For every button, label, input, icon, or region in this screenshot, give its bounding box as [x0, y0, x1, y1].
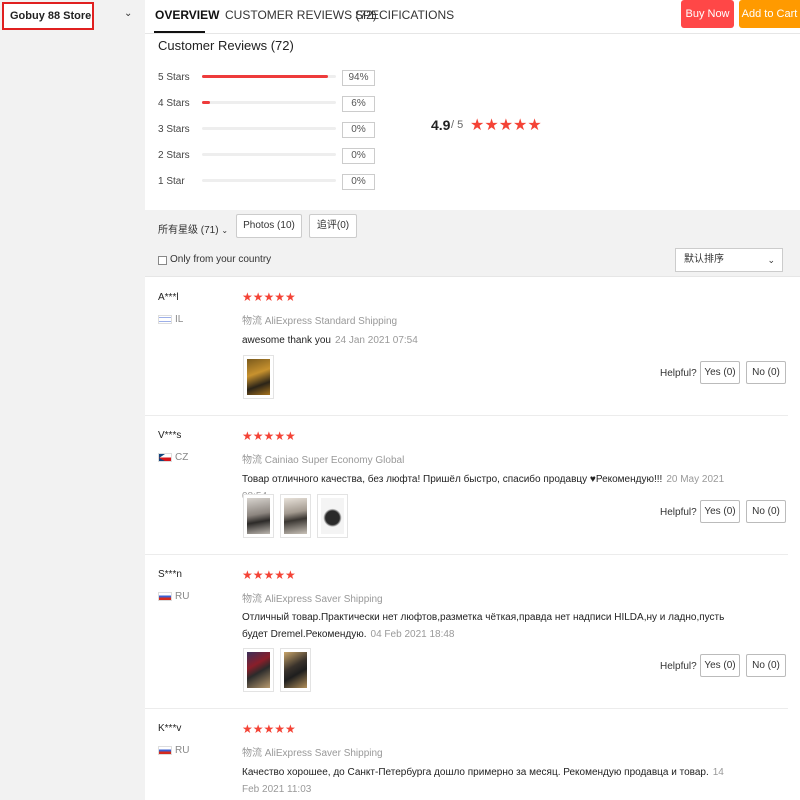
rating-bar-4	[202, 101, 336, 104]
review-photo-thumbnail[interactable]	[317, 494, 348, 538]
review-divider	[145, 708, 788, 709]
all-ratings-filter[interactable]: 所有星级 (71) ⌄	[158, 221, 228, 236]
photo-image	[247, 498, 270, 534]
add-to-cart-button[interactable]: Add to Cart	[739, 0, 800, 28]
reviewer-name: A***l	[158, 292, 179, 303]
reviewer-country: IL	[175, 314, 184, 325]
rating-label-3: 3 Stars	[158, 124, 190, 135]
review-comment: awesome thank you 24 Jan 2021 07:54	[242, 332, 737, 349]
rating-bar-3	[202, 127, 336, 130]
only-country-label: Only from your country	[170, 254, 272, 265]
review-text: Товар отличного качества, без люфта! При…	[242, 474, 663, 485]
reviewer-name: K***v	[158, 723, 182, 734]
sort-select[interactable]: 默认排序 ⌄	[675, 248, 783, 272]
tab-specifications[interactable]: SPECIFICATIONS	[355, 6, 454, 24]
all-ratings-label: 所有星级 (71)	[158, 225, 219, 236]
topbar-divider	[145, 33, 800, 34]
helpful-label: Helpful?	[660, 661, 697, 672]
photo-image	[284, 652, 307, 688]
review-text: Качество хорошее, до Санкт-Петербурга до…	[242, 767, 709, 778]
review-comment: Отличный товар.Практически нет люфтов,ра…	[242, 609, 737, 643]
sort-value: 默认排序	[684, 254, 724, 265]
store-selector[interactable]: Gobuy 88 Store	[2, 2, 94, 30]
review-photo-thumbnail[interactable]	[243, 355, 274, 399]
helpful-label: Helpful?	[660, 368, 697, 379]
rating-percent-1: 0%	[342, 174, 375, 190]
helpful-yes-button[interactable]: Yes (0)	[700, 500, 740, 523]
only-country-checkbox[interactable]	[158, 256, 167, 265]
filter-divider	[145, 276, 800, 277]
review-text: awesome thank you	[242, 335, 331, 346]
average-star-icons: ★★★★★	[470, 117, 542, 134]
rating-bar-fill	[202, 75, 328, 78]
helpful-yes-button[interactable]: Yes (0)	[700, 361, 740, 384]
review-photo-thumbnail[interactable]	[243, 494, 274, 538]
review-photo-thumbnail[interactable]	[280, 648, 311, 692]
review-star-icons: ★★★★★	[242, 722, 296, 736]
left-panel	[0, 0, 145, 800]
review-date: 24 Jan 2021 07:54	[334, 335, 418, 346]
reviewer-country: RU	[175, 745, 190, 756]
rating-percent-3: 0%	[342, 122, 375, 138]
store-name: Gobuy 88 Store	[10, 10, 92, 22]
rating-bar-2	[202, 153, 336, 156]
czech-flag-icon	[158, 453, 172, 462]
rating-percent-4: 6%	[342, 96, 375, 112]
reviews-title: Customer Reviews (72)	[158, 38, 294, 53]
chevron-down-icon[interactable]: ⌄	[124, 8, 132, 19]
helpful-yes-button[interactable]: Yes (0)	[700, 654, 740, 677]
helpful-label: Helpful?	[660, 507, 697, 518]
russia-flag-icon	[158, 592, 172, 601]
tab-overview[interactable]: OVERVIEW	[155, 6, 219, 24]
review-star-icons: ★★★★★	[242, 429, 296, 443]
review-divider	[145, 415, 788, 416]
review-star-icons: ★★★★★	[242, 568, 296, 582]
rating-label-5: 5 Stars	[158, 72, 190, 83]
additional-review-filter-button[interactable]: 追评(0)	[309, 214, 357, 238]
review-photo-thumbnail[interactable]	[280, 494, 311, 538]
rating-bar-1	[202, 179, 336, 182]
rating-percent-2: 0%	[342, 148, 375, 164]
rating-label-4: 4 Stars	[158, 98, 190, 109]
shipping-method: 物流 AliExpress Saver Shipping	[242, 748, 383, 759]
photos-filter-button[interactable]: Photos (10)	[236, 214, 302, 238]
score-max: / 5	[451, 119, 464, 131]
reviewer-name: V***s	[158, 430, 182, 441]
review-comment: Качество хорошее, до Санкт-Петербурга до…	[242, 764, 737, 798]
photo-image	[247, 359, 270, 395]
review-date: 04 Feb 2021 18:48	[370, 629, 455, 640]
review-star-icons: ★★★★★	[242, 290, 296, 304]
photo-image	[321, 498, 344, 534]
review-photo-thumbnail[interactable]	[243, 648, 274, 692]
israel-flag-icon	[158, 315, 172, 324]
rating-label-1: 1 Star	[158, 176, 185, 187]
rating-bar-5	[202, 75, 336, 78]
reviewer-name: S***n	[158, 569, 182, 580]
chevron-down-icon: ⌄	[221, 226, 229, 235]
shipping-method: 物流 Cainiao Super Economy Global	[242, 455, 405, 466]
helpful-no-button[interactable]: No (0)	[746, 654, 786, 677]
review-divider	[145, 554, 788, 555]
average-score: 4.9	[431, 117, 451, 133]
reviewer-country: CZ	[175, 452, 189, 463]
rating-bar-fill	[202, 101, 211, 104]
photo-image	[247, 652, 270, 688]
buy-now-button[interactable]: Buy Now	[681, 0, 734, 28]
shipping-method: 物流 AliExpress Standard Shipping	[242, 316, 398, 327]
chevron-down-icon: ⌄	[767, 255, 775, 265]
review-text: Отличный товар.Практически нет люфтов,ра…	[242, 612, 725, 640]
shipping-method: 物流 AliExpress Saver Shipping	[242, 594, 383, 605]
helpful-no-button[interactable]: No (0)	[746, 500, 786, 523]
russia-flag-icon	[158, 746, 172, 755]
rating-percent-5: 94%	[342, 70, 375, 86]
photo-image	[284, 498, 307, 534]
rating-label-2: 2 Stars	[158, 150, 190, 161]
reviewer-country: RU	[175, 591, 190, 602]
helpful-no-button[interactable]: No (0)	[746, 361, 786, 384]
